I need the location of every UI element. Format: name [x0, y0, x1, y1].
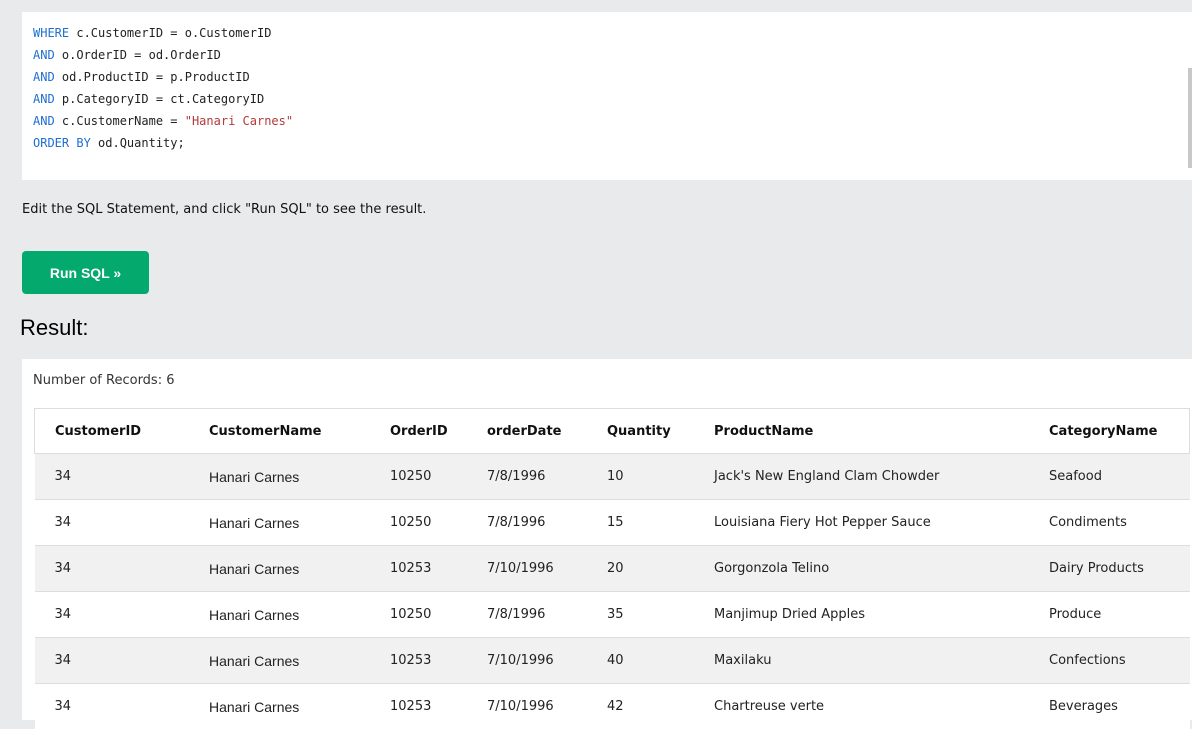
table-cell: Hanari Carnes: [189, 638, 370, 684]
table-cell: 15: [587, 500, 694, 546]
table-cell: Beverages: [1029, 684, 1190, 729]
table-row: 34 Hanari Carnes 10253 7/10/1996 20 Gorg…: [35, 546, 1190, 592]
table-cell: Louisiana Fiery Hot Pepper Sauce: [694, 500, 1029, 546]
table-cell: Hanari Carnes: [189, 546, 370, 592]
table-cell: Hanari Carnes: [189, 592, 370, 638]
code-line: AND od.ProductID = p.ProductID: [33, 66, 293, 88]
table-cell: 34: [35, 500, 190, 546]
table-cell: 10250: [370, 454, 467, 500]
table-cell: Dairy Products: [1029, 546, 1190, 592]
table-cell: Jack's New England Clam Chowder: [694, 454, 1029, 500]
table-row: 34 Hanari Carnes 10253 7/10/1996 40 Maxi…: [35, 638, 1190, 684]
column-header: ProductName: [694, 409, 1029, 454]
column-header: CustomerID: [35, 409, 190, 454]
table-row: 34 Hanari Carnes 10250 7/8/1996 10 Jack'…: [35, 454, 1190, 500]
table-cell: Hanari Carnes: [189, 684, 370, 729]
table-row: 34 Hanari Carnes 10250 7/8/1996 15 Louis…: [35, 500, 1190, 546]
table-cell: 10253: [370, 638, 467, 684]
table-cell: 7/10/1996: [467, 684, 587, 729]
code-line: WHERE c.CustomerID = o.CustomerID: [33, 22, 293, 44]
table-cell: 20: [587, 546, 694, 592]
result-table: CustomerID CustomerName OrderID orderDat…: [34, 408, 1190, 729]
table-cell: 7/10/1996: [467, 638, 587, 684]
table-cell: 34: [35, 684, 190, 729]
table-cell: Hanari Carnes: [189, 454, 370, 500]
column-header: CustomerName: [189, 409, 370, 454]
table-cell: 7/8/1996: [467, 454, 587, 500]
table-cell: Seafood: [1029, 454, 1190, 500]
table-cell: Chartreuse verte: [694, 684, 1029, 729]
table-cell: 7/8/1996: [467, 500, 587, 546]
code-line: ORDER BY od.Quantity;: [33, 132, 293, 154]
instructions-text: Edit the SQL Statement, and click "Run S…: [22, 202, 426, 217]
table-cell: 10250: [370, 500, 467, 546]
table-cell: 10253: [370, 546, 467, 592]
table-cell: Hanari Carnes: [189, 500, 370, 546]
table-cell: Gorgonzola Telino: [694, 546, 1029, 592]
table-cell: 42: [587, 684, 694, 729]
table-cell: 7/8/1996: [467, 592, 587, 638]
editor-scrollbar[interactable]: [1188, 68, 1192, 168]
table-cell: Condiments: [1029, 500, 1190, 546]
table-cell: 34: [35, 454, 190, 500]
table-row: 34 Hanari Carnes 10250 7/8/1996 35 Manji…: [35, 592, 1190, 638]
table-cell: 40: [587, 638, 694, 684]
table-cell: 34: [35, 546, 190, 592]
table-cell: Produce: [1029, 592, 1190, 638]
run-sql-button[interactable]: Run SQL »: [22, 251, 149, 294]
table-cell: 10250: [370, 592, 467, 638]
table-row: 34 Hanari Carnes 10253 7/10/1996 42 Char…: [35, 684, 1190, 729]
code-line: AND c.CustomerName = "Hanari Carnes": [33, 110, 293, 132]
result-heading: Result:: [20, 315, 88, 341]
code-line: AND o.OrderID = od.OrderID: [33, 44, 293, 66]
table-cell: Maxilaku: [694, 638, 1029, 684]
column-header: orderDate: [467, 409, 587, 454]
table-cell: 7/10/1996: [467, 546, 587, 592]
table-cell: Manjimup Dried Apples: [694, 592, 1029, 638]
table-cell: 10: [587, 454, 694, 500]
sql-code: WHERE c.CustomerID = o.CustomerID AND o.…: [33, 22, 293, 154]
table-cell: 10253: [370, 684, 467, 729]
table-cell: 34: [35, 638, 190, 684]
column-header: CategoryName: [1029, 409, 1190, 454]
sql-editor[interactable]: WHERE c.CustomerID = o.CustomerID AND o.…: [22, 12, 1192, 180]
code-line: AND p.CategoryID = ct.CategoryID: [33, 88, 293, 110]
table-cell: 35: [587, 592, 694, 638]
column-header: Quantity: [587, 409, 694, 454]
table-header-row: CustomerID CustomerName OrderID orderDat…: [35, 409, 1190, 454]
result-panel: Number of Records: 6 CustomerID Customer…: [22, 359, 1192, 720]
table-cell: 34: [35, 592, 190, 638]
table-cell: Confections: [1029, 638, 1190, 684]
record-count: Number of Records: 6: [33, 373, 175, 388]
column-header: OrderID: [370, 409, 467, 454]
